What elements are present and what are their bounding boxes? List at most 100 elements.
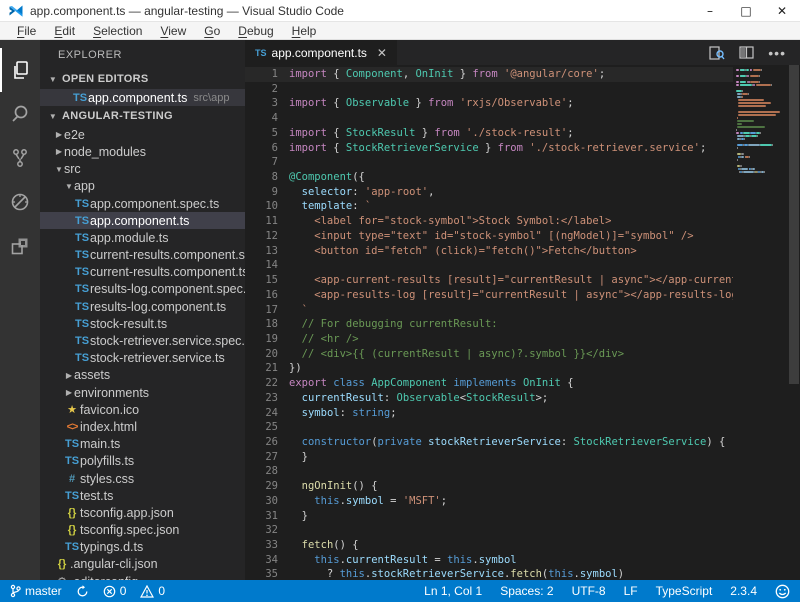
status-error[interactable]: 0 bbox=[103, 584, 127, 598]
code-line-8[interactable]: 8@Component({ bbox=[245, 170, 800, 185]
tree-item-styles-css[interactable]: #styles.css bbox=[40, 470, 245, 487]
tree-item-app-component-spec-ts[interactable]: TSapp.component.spec.ts bbox=[40, 195, 245, 212]
code-line-26[interactable]: 26 constructor(private stockRetrieverSer… bbox=[245, 435, 800, 450]
code-line-7[interactable]: 7 bbox=[245, 155, 800, 170]
code-area[interactable]: 1import { Component, OnInit } from '@ang… bbox=[245, 65, 800, 580]
code-line-14[interactable]: 14 bbox=[245, 258, 800, 273]
tree-item-src[interactable]: ▼src bbox=[40, 161, 245, 178]
code-line-24[interactable]: 24 symbol: string; bbox=[245, 406, 800, 421]
open-editors-header[interactable]: ▼ OPEN EDITORS bbox=[40, 69, 245, 89]
maximize-button[interactable]: □ bbox=[728, 0, 764, 21]
code-line-27[interactable]: 27 } bbox=[245, 450, 800, 465]
code-line-25[interactable]: 25 bbox=[245, 420, 800, 435]
code-line-13[interactable]: 13 <button id="fetch" (click)="fetch()">… bbox=[245, 244, 800, 259]
activity-extensions-icon[interactable] bbox=[0, 224, 40, 268]
tab-app-component-ts[interactable]: TS app.component.ts ✕ bbox=[245, 40, 397, 65]
menu-item-edit[interactable]: Edit bbox=[45, 24, 84, 38]
code-line-18[interactable]: 18 // For debugging currentResult: bbox=[245, 317, 800, 332]
code-line-29[interactable]: 29 ngOnInit() { bbox=[245, 479, 800, 494]
code-line-3[interactable]: 3import { Observable } from 'rxjs/Observ… bbox=[245, 96, 800, 111]
tree-item-stock-retriever-service-spec-ts[interactable]: TSstock-retriever.service.spec.ts bbox=[40, 332, 245, 349]
tree-item-typings-d-ts[interactable]: TStypings.d.ts bbox=[40, 539, 245, 556]
code-line-16[interactable]: 16 <app-results-log [result]="currentRes… bbox=[245, 288, 800, 303]
tree-item-current-results-component-ts[interactable]: TScurrent-results.component.ts bbox=[40, 264, 245, 281]
tree-item-angular-cli-json[interactable]: {}.angular-cli.json bbox=[40, 556, 245, 573]
tree-item-app[interactable]: ▼app bbox=[40, 178, 245, 195]
tree-item-stock-retriever-service-ts[interactable]: TSstock-retriever.service.ts bbox=[40, 350, 245, 367]
tree-item-app-component-ts[interactable]: TSapp.component.ts bbox=[40, 212, 245, 229]
code-line-2[interactable]: 2 bbox=[245, 82, 800, 97]
tree-item-editorconfig[interactable]: ⚙.editorconfig bbox=[40, 573, 245, 580]
code-line-31[interactable]: 31 } bbox=[245, 509, 800, 524]
status-2-3-4[interactable]: 2.3.4 bbox=[730, 584, 757, 598]
menu-item-debug[interactable]: Debug bbox=[229, 24, 282, 38]
code-editor[interactable]: 1import { Component, OnInit } from '@ang… bbox=[245, 65, 800, 580]
code-line-20[interactable]: 20 // <div>{{ (currentResult | async)?.s… bbox=[245, 347, 800, 362]
code-line-10[interactable]: 10 template: ` bbox=[245, 199, 800, 214]
vertical-scrollbar[interactable] bbox=[788, 65, 800, 580]
more-actions-icon[interactable]: ••• bbox=[768, 48, 786, 58]
code-line-21[interactable]: 21}) bbox=[245, 361, 800, 376]
activity-search-icon[interactable] bbox=[0, 92, 40, 136]
code-line-28[interactable]: 28 bbox=[245, 464, 800, 479]
tree-item-favicon-ico[interactable]: ★favicon.ico bbox=[40, 401, 245, 418]
code-line-6[interactable]: 6import { StockRetrieverService } from '… bbox=[245, 141, 800, 156]
code-line-30[interactable]: 30 this.symbol = 'MSFT'; bbox=[245, 494, 800, 509]
activity-source-control-icon[interactable] bbox=[0, 136, 40, 180]
tree-item-current-results-component-spec-ts[interactable]: TScurrent-results.component.spec.ts bbox=[40, 247, 245, 264]
status-ln-1-col-1[interactable]: Ln 1, Col 1 bbox=[424, 584, 482, 598]
menu-item-selection[interactable]: Selection bbox=[84, 24, 151, 38]
code-line-33[interactable]: 33 fetch() { bbox=[245, 538, 800, 553]
tree-item-e2e[interactable]: ▶e2e bbox=[40, 126, 245, 143]
tree-item-app-module-ts[interactable]: TSapp.module.ts bbox=[40, 229, 245, 246]
minimize-button[interactable]: – bbox=[692, 0, 728, 21]
code-line-17[interactable]: 17 ` bbox=[245, 303, 800, 318]
scrollbar-thumb[interactable] bbox=[789, 65, 799, 384]
tree-item-environments[interactable]: ▶environments bbox=[40, 384, 245, 401]
tree-item-app-component-ts[interactable]: TSapp.component.tssrc\app bbox=[40, 89, 245, 106]
menu-item-view[interactable]: View bbox=[151, 24, 195, 38]
split-editor-icon[interactable] bbox=[739, 46, 754, 59]
code-line-22[interactable]: 22export class AppComponent implements O… bbox=[245, 376, 800, 391]
open-preview-icon[interactable] bbox=[709, 46, 725, 60]
status-utf-8[interactable]: UTF-8 bbox=[572, 584, 606, 598]
close-button[interactable]: ✕ bbox=[764, 0, 800, 21]
status-smiley[interactable] bbox=[775, 584, 790, 599]
tree-item-stock-result-ts[interactable]: TSstock-result.ts bbox=[40, 315, 245, 332]
menu-item-file[interactable]: File bbox=[8, 24, 45, 38]
code-line-32[interactable]: 32 bbox=[245, 523, 800, 538]
tree-item-polyfills-ts[interactable]: TSpolyfills.ts bbox=[40, 453, 245, 470]
code-line-34[interactable]: 34 this.currentResult = this.symbol bbox=[245, 553, 800, 568]
menu-item-help[interactable]: Help bbox=[283, 24, 326, 38]
tree-item-results-log-component-ts[interactable]: TSresults-log.component.ts bbox=[40, 298, 245, 315]
code-line-9[interactable]: 9 selector: 'app-root', bbox=[245, 185, 800, 200]
menu-item-go[interactable]: Go bbox=[195, 24, 229, 38]
activity-explorer-icon[interactable] bbox=[0, 48, 40, 92]
tree-item-assets[interactable]: ▶assets bbox=[40, 367, 245, 384]
code-line-35[interactable]: 35 ? this.stockRetrieverService.fetch(th… bbox=[245, 567, 800, 580]
code-line-15[interactable]: 15 <app-current-results [result]="curren… bbox=[245, 273, 800, 288]
tree-item-node-modules[interactable]: ▶node_modules bbox=[40, 143, 245, 160]
code-line-11[interactable]: 11 <label for="stock-symbol">Stock Symbo… bbox=[245, 214, 800, 229]
tree-item-results-log-component-spec-ts[interactable]: TSresults-log.component.spec.ts bbox=[40, 281, 245, 298]
minimap[interactable] bbox=[733, 65, 788, 580]
code-line-23[interactable]: 23 currentResult: Observable<StockResult… bbox=[245, 391, 800, 406]
code-line-19[interactable]: 19 // <hr /> bbox=[245, 332, 800, 347]
code-line-1[interactable]: 1import { Component, OnInit } from '@ang… bbox=[245, 67, 800, 82]
activity-debug-icon[interactable] bbox=[0, 180, 40, 224]
tree-item-test-ts[interactable]: TStest.ts bbox=[40, 487, 245, 504]
status-typescript[interactable]: TypeScript bbox=[656, 584, 713, 598]
code-line-5[interactable]: 5import { StockResult } from './stock-re… bbox=[245, 126, 800, 141]
status-spaces-2[interactable]: Spaces: 2 bbox=[500, 584, 553, 598]
project-header[interactable]: ▼ ANGULAR-TESTING bbox=[40, 106, 245, 126]
close-tab-icon[interactable]: ✕ bbox=[377, 46, 387, 60]
tree-item-index-html[interactable]: <>index.html bbox=[40, 418, 245, 435]
tree-item-tsconfig-app-json[interactable]: {}tsconfig.app.json bbox=[40, 504, 245, 521]
status-lf[interactable]: LF bbox=[624, 584, 638, 598]
status-git-branch[interactable]: master bbox=[10, 584, 62, 598]
code-line-12[interactable]: 12 <input type="text" id="stock-symbol" … bbox=[245, 229, 800, 244]
code-line-4[interactable]: 4 bbox=[245, 111, 800, 126]
status-sync[interactable] bbox=[76, 585, 89, 598]
status-warning[interactable]: 0 bbox=[140, 584, 165, 598]
tree-item-main-ts[interactable]: TSmain.ts bbox=[40, 436, 245, 453]
